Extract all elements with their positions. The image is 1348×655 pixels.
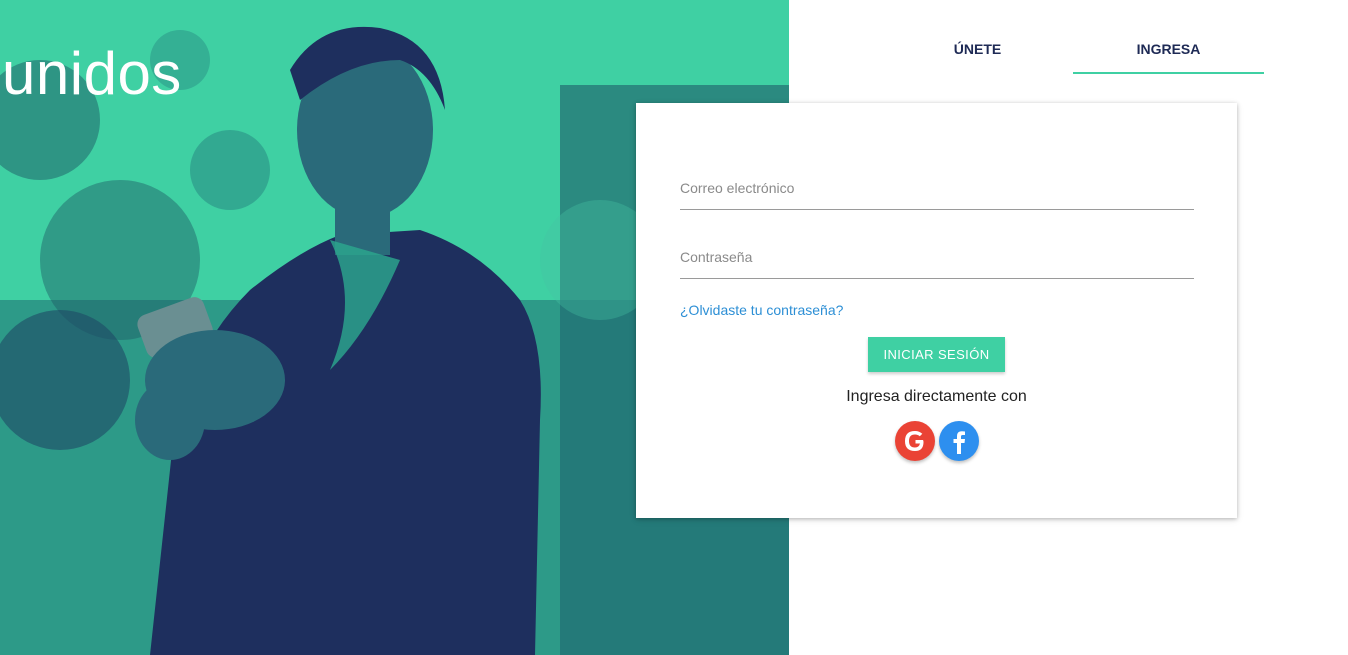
login-card: ¿Olvidaste tu contraseña? INICIAR SESIÓN… — [636, 103, 1237, 518]
google-icon — [905, 431, 924, 451]
google-login-button[interactable] — [895, 421, 935, 461]
password-field[interactable] — [680, 242, 1194, 272]
auth-tabs: ÚNETE INGRESA — [882, 30, 1264, 74]
password-field-container — [680, 242, 1194, 279]
email-field-container — [680, 173, 1194, 210]
facebook-icon — [953, 431, 965, 454]
email-field[interactable] — [680, 173, 1194, 203]
hero-title: unidos — [2, 40, 182, 107]
tab-login[interactable]: INGRESA — [1073, 30, 1264, 74]
forgot-password-link[interactable]: ¿Olvidaste tu contraseña? — [680, 302, 843, 318]
tab-join[interactable]: ÚNETE — [882, 30, 1073, 72]
social-login-text: Ingresa directamente con — [846, 388, 1027, 405]
login-button[interactable]: INICIAR SESIÓN — [868, 337, 1005, 372]
facebook-login-button[interactable] — [939, 421, 979, 461]
